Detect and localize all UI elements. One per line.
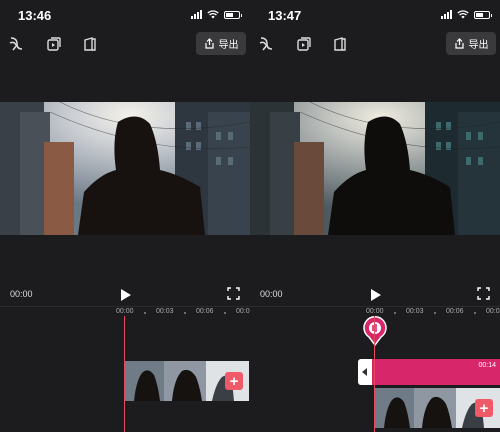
ruler-tick: 00:03 <box>156 308 174 315</box>
ruler-tick: 00:00 <box>116 308 134 315</box>
export-label: 导出 <box>218 40 239 51</box>
audio-marker-icon[interactable] <box>361 316 389 346</box>
ruler-dot <box>394 312 396 314</box>
export-icon <box>204 38 214 49</box>
fullscreen-icon[interactable] <box>227 287 240 300</box>
ruler-dot <box>224 312 226 314</box>
system-icons <box>441 10 492 19</box>
ruler-dot <box>474 312 476 314</box>
top-toolbar: 导出 <box>0 32 250 56</box>
current-time: 00:00 <box>260 289 283 299</box>
add-icon: + <box>479 399 489 417</box>
fullscreen-icon[interactable] <box>477 287 490 300</box>
ruler-dot <box>434 312 436 314</box>
ruler-tick: 00:0 <box>486 308 500 315</box>
playhead[interactable] <box>124 316 125 432</box>
video-preview <box>0 102 250 235</box>
status-time: 13:46 <box>18 8 52 23</box>
ruler-tick: 00:0 <box>236 308 250 315</box>
export-icon <box>454 38 464 49</box>
ruler-tick: 00:06 <box>446 308 464 315</box>
signal-icon <box>191 10 202 19</box>
battery-icon <box>474 10 492 19</box>
add-icon: + <box>229 372 239 390</box>
ruler-tick: 00:03 <box>406 308 424 315</box>
editor-screen-before: 13:46 导出 00:00 00:00 00:03 00:06 00:0 + <box>0 0 250 432</box>
status-bar: 13:46 <box>0 0 250 30</box>
play-icon[interactable] <box>370 288 382 302</box>
audio-clip-duration: 00:14 <box>478 362 496 369</box>
status-bar: 13:47 <box>250 0 500 30</box>
add-clip-icon[interactable] <box>46 36 62 52</box>
ruler-dot <box>144 312 146 314</box>
templates-icon[interactable] <box>332 36 348 52</box>
wifi-icon <box>207 10 219 19</box>
chevron-left-icon <box>362 368 367 376</box>
current-time: 00:00 <box>10 289 33 299</box>
ruler-tick: 00:00 <box>366 308 384 315</box>
video-clip-track[interactable]: + <box>374 388 500 428</box>
export-button[interactable]: 导出 <box>196 32 246 55</box>
add-clip-button[interactable]: + <box>225 372 243 390</box>
add-clip-button[interactable]: + <box>475 399 493 417</box>
timeline-ruler[interactable]: 00:00 00:03 00:06 00:0 <box>0 307 250 319</box>
system-icons <box>191 10 242 19</box>
video-preview <box>250 102 500 235</box>
top-toolbar: 导出 <box>250 32 500 56</box>
ruler-tick: 00:06 <box>196 308 214 315</box>
battery-icon <box>224 10 242 19</box>
playback-controls: 00:00 <box>0 285 250 305</box>
templates-icon[interactable] <box>82 36 98 52</box>
wifi-icon <box>457 10 469 19</box>
signal-icon <box>441 10 452 19</box>
playhead[interactable] <box>374 316 375 432</box>
playback-controls: 00:00 <box>250 285 500 305</box>
video-clip-track[interactable]: + <box>124 361 249 401</box>
magic-wand-icon[interactable] <box>258 36 274 52</box>
magic-wand-icon[interactable] <box>8 36 24 52</box>
audio-trim-handle[interactable] <box>358 359 372 385</box>
editor-screen-after: 13:47 导出 00:00 00:00 00:03 00:06 00:0 00… <box>250 0 500 432</box>
play-icon[interactable] <box>120 288 132 302</box>
export-button[interactable]: 导出 <box>446 32 496 55</box>
add-clip-icon[interactable] <box>296 36 312 52</box>
audio-clip[interactable]: 00:14 <box>358 359 500 385</box>
ruler-dot <box>184 312 186 314</box>
status-time: 13:47 <box>268 8 302 23</box>
export-label: 导出 <box>468 40 489 51</box>
